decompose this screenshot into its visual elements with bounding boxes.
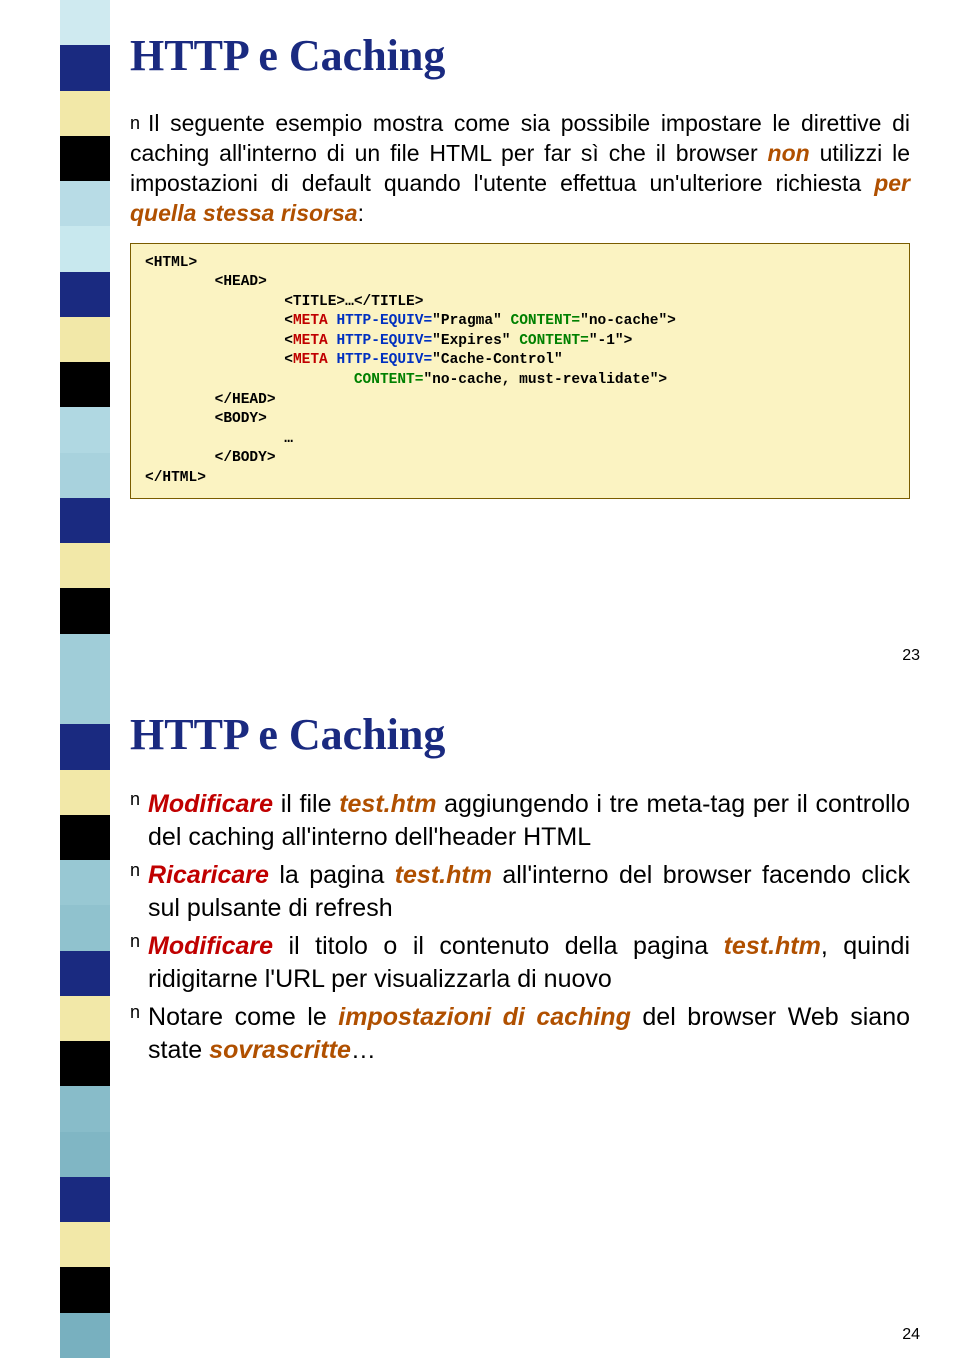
step-note-override: n Notare come le impostazioni di caching…: [130, 1001, 910, 1066]
bullet-marker: n: [130, 113, 140, 133]
code-example-box: <HTML> <HEAD> <TITLE>…</TITLE> <META HTT…: [130, 243, 910, 500]
slide-http-caching-steps: HTTP e Caching n Modificare il file test…: [0, 679, 960, 1358]
keyword-non: non: [768, 140, 810, 166]
intro-paragraph: nIl seguente esempio mostra come sia pos…: [130, 109, 910, 229]
step-modify-title: n Modificare il titolo o il contenuto de…: [130, 930, 910, 995]
slide-http-caching-example: HTTP e Caching nIl seguente esempio most…: [0, 0, 960, 679]
slide-title: HTTP e Caching: [130, 30, 910, 81]
bullet-marker: n: [130, 1001, 140, 1066]
bullet-marker: n: [130, 788, 140, 853]
step-reload-page: n Ricaricare la pagina test.htm all'inte…: [130, 859, 910, 924]
step-modify-file: n Modificare il file test.htm aggiungend…: [130, 788, 910, 853]
bullet-marker: n: [130, 930, 140, 995]
slide-number: 23: [902, 647, 920, 665]
bullet-marker: n: [130, 859, 140, 924]
decorative-stripe: [60, 0, 110, 679]
decorative-stripe: [60, 679, 110, 1358]
slide-title: HTTP e Caching: [130, 709, 910, 760]
slide-number: 24: [902, 1326, 920, 1344]
